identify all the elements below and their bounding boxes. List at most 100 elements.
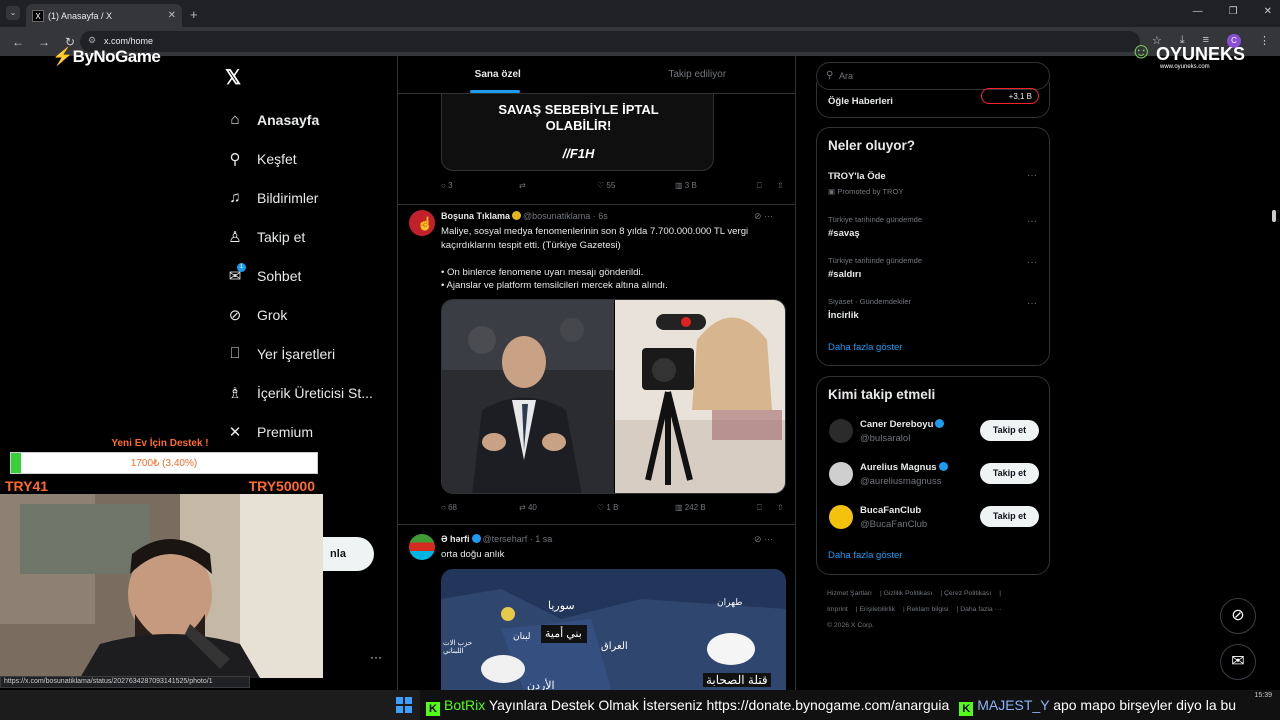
footer-link[interactable]: Gizlilik Politikası [884, 590, 933, 597]
footer-link[interactable]: Çerez Politikası [944, 590, 991, 597]
browser-tab[interactable]: X (1) Anasayfa / X ✕ [26, 4, 182, 27]
system-clock: 15:39 [1254, 692, 1272, 699]
sidebar-item-creator-studio[interactable]: ♗ İçerik Üreticisi St... [222, 373, 392, 412]
retweet-button[interactable]: ⇄ [519, 181, 597, 191]
views-button[interactable]: ▥ 242 B [675, 503, 757, 513]
map-label: سوريا [548, 600, 575, 612]
footer-link[interactable]: Hizmet Şartları [827, 590, 872, 597]
sidebar-item-grok[interactable]: ⊘ Grok [222, 295, 392, 334]
like-button[interactable]: ♡ 55 [597, 181, 675, 191]
sidebar-item-follow[interactable]: ♙ Takip et [222, 217, 392, 256]
home-icon: ⌂ [230, 111, 240, 128]
trend-name[interactable]: #saldırı [828, 269, 861, 280]
copyright: © 2026 X Corp. [827, 622, 874, 629]
sidebar-item-explore[interactable]: ⚲ Keşfet [222, 139, 392, 178]
show-more-link[interactable]: Daha fazla göster [828, 342, 902, 353]
share-icon[interactable]: ⇧ [777, 181, 784, 191]
who-handle: @aureliusmagnuss [860, 476, 942, 487]
url-field[interactable]: ⚙ x.com/home [80, 31, 1140, 52]
minimize-icon[interactable]: — [1193, 6, 1203, 17]
live-count-pill[interactable]: +3,1 B [981, 88, 1039, 104]
tweet-actions: ○ 3 ⇄ ♡ 55 ▥ 3 B ⎕ ⇧ [441, 181, 786, 191]
menu-dots-icon[interactable]: ⋮ [1259, 34, 1270, 48]
restore-icon[interactable]: ❐ [1229, 6, 1238, 17]
close-window-icon[interactable]: ✕ [1264, 6, 1272, 17]
grok-icon[interactable]: ⊘ [754, 534, 762, 544]
bookmark-icon[interactable]: ⎕ [757, 181, 777, 191]
divider [398, 204, 795, 205]
retweet-button[interactable]: ⇄ 40 [519, 503, 597, 513]
tweet-media[interactable] [441, 299, 786, 494]
bookmark-icon[interactable]: ⎕ [757, 503, 777, 513]
tweet-header: Boşuna Tıklama @bosunatiklama · 6s [441, 211, 608, 221]
views-button[interactable]: ▥ 3 B [675, 181, 757, 191]
new-tab-button[interactable]: + [190, 7, 198, 22]
more-icon[interactable]: ··· [764, 534, 773, 544]
site-info-icon[interactable]: ⚙ [88, 35, 96, 46]
trend-more-icon[interactable]: ··· [1027, 170, 1037, 181]
follow-button[interactable]: Takip et [980, 506, 1039, 527]
windows-start-icon[interactable] [396, 697, 412, 713]
back-icon[interactable]: ← [10, 35, 26, 49]
tweet-author[interactable]: Boşuna Tıklama [441, 211, 510, 221]
share-icon[interactable]: ⇧ [777, 503, 784, 513]
footer-link[interactable]: Reklam bilgisi [907, 606, 949, 613]
avatar[interactable]: ☝ [409, 210, 435, 236]
who-name[interactable]: BucaFanClub [860, 505, 921, 516]
tab-for-you[interactable]: Sana özel [398, 56, 598, 93]
account-menu-dots[interactable]: ··· [370, 650, 382, 664]
sidebar-item-notifications[interactable]: ♫ Bildirimler [222, 178, 392, 217]
scrollbar-thumb[interactable] [1272, 210, 1276, 222]
footer-link[interactable]: Imprint [827, 606, 848, 613]
who-title: Kimi takip etmeli [828, 387, 936, 402]
trend-name[interactable]: #savaş [828, 228, 860, 239]
trend-name[interactable]: İncirlik [828, 310, 859, 321]
footer-link[interactable]: Daha fazla ··· [960, 606, 1001, 613]
sidebar-item-home[interactable]: ⌂ Anasayfa [222, 100, 392, 139]
show-more-link[interactable]: Daha fazla göster [828, 550, 902, 561]
sidebar-item-label: Takip et [257, 228, 306, 245]
tab-following[interactable]: Takip ediliyor [598, 56, 796, 93]
like-button[interactable]: ♡ 1 B [597, 503, 675, 513]
trend-more-icon[interactable]: ··· [1027, 216, 1037, 227]
grok-fab-button[interactable]: ⊘ [1220, 598, 1256, 634]
follow-button[interactable]: Takip et [980, 420, 1039, 441]
forward-icon[interactable]: → [36, 35, 52, 49]
who-name[interactable]: Aurelius Magnus [860, 462, 950, 473]
reply-button[interactable]: ○ 68 [441, 503, 519, 513]
sidebar-item-bookmarks[interactable]: ⎕ Yer İşaretleri [222, 334, 392, 373]
tweet-author[interactable]: Ə hərfi [441, 534, 470, 544]
avatar[interactable] [409, 534, 435, 560]
grok-icon[interactable]: ⊘ [754, 211, 762, 221]
footer-link[interactable]: Erişilebilirlik [859, 606, 895, 613]
trend-more-icon[interactable]: ··· [1027, 257, 1037, 268]
x-logo-icon[interactable]: 𝕏 [225, 65, 241, 90]
image-headline: SAVAŞ SEBEBİYLE İPTAL OLABİLİR! [498, 102, 659, 133]
tweet-handle[interactable]: @terseharf · 1 sa [483, 534, 553, 544]
tweet-photos [442, 300, 785, 493]
who-handle: @BucaFanClub [860, 519, 928, 530]
tweet-header: Ə hərfi @terseharf · 1 sa [441, 534, 552, 544]
live-news-card[interactable]: Öğle Haberleri +3,1 B [816, 82, 1050, 118]
tweet-image[interactable]: SAVAŞ SEBEBİYLE İPTAL OLABİLİR! //F1H [441, 94, 714, 171]
tab-close-icon[interactable]: ✕ [168, 10, 176, 21]
reply-button[interactable]: ○ 3 [441, 181, 519, 191]
sidebar-item-chat[interactable]: ✉ 1 Sohbet [222, 256, 392, 295]
trends-panel: Neler oluyor? TROY'la Öde ▣ Promoted by … [816, 127, 1050, 366]
tweet-menu: ⊘ ··· [754, 534, 773, 545]
verified-badge-icon [471, 534, 481, 543]
avatar[interactable] [829, 419, 853, 443]
trend-name[interactable]: TROY'la Öde [828, 171, 886, 182]
mail-icon: ✉ [1231, 653, 1245, 670]
messages-fab-button[interactable]: ✉ [1220, 644, 1256, 680]
chat-ticker: K BotRix Yayınlara Destek Olmak İsterseni… [420, 690, 1280, 720]
tab-search-button[interactable]: ⌄ [6, 6, 20, 20]
live-title: Öğle Haberleri [828, 96, 893, 107]
tweet-handle[interactable]: @bosunatiklama · 6s [523, 211, 608, 221]
avatar[interactable] [829, 462, 853, 486]
who-name[interactable]: Caner Dereboyu [860, 419, 946, 430]
avatar[interactable] [829, 505, 853, 529]
trend-more-icon[interactable]: ··· [1027, 298, 1037, 309]
more-icon[interactable]: ··· [764, 211, 773, 221]
follow-button[interactable]: Takip et [980, 463, 1039, 484]
